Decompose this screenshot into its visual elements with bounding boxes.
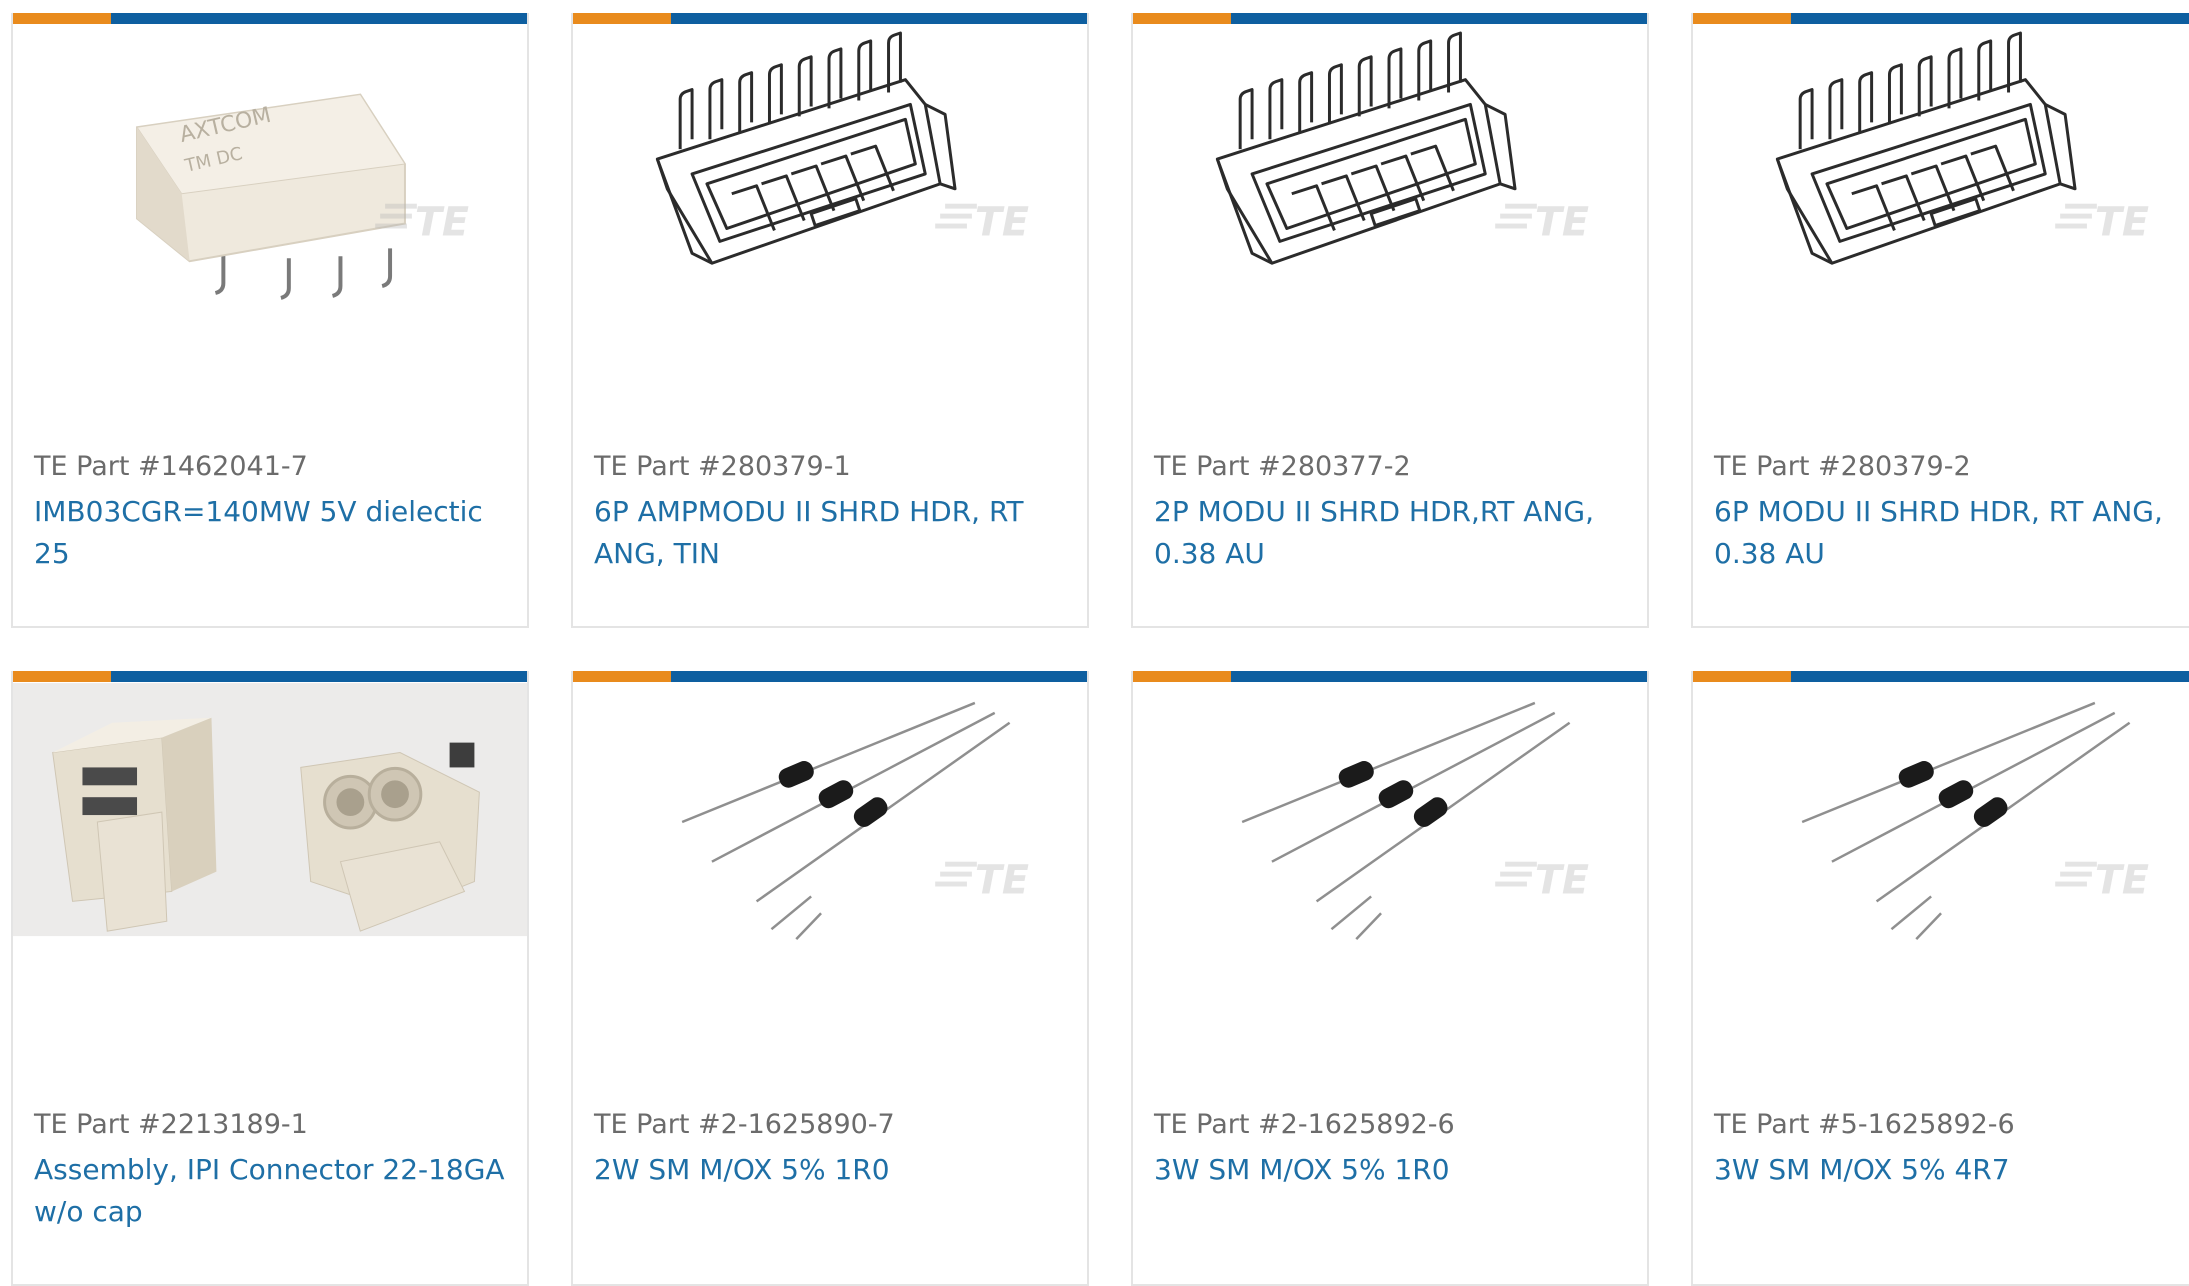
accent-bar-orange (1693, 671, 1791, 682)
accent-bar-blue (1231, 13, 1647, 24)
card-accent-bar (1133, 13, 1647, 24)
product-image[interactable]: TE (1693, 24, 2189, 304)
card-accent-bar (1693, 671, 2189, 682)
product-card[interactable]: TE TE Part #5-1625892-6 3W SM M/OX 5% 4R7 (1691, 671, 2189, 1286)
product-card[interactable]: AXTCOM TM DC TE TE Part #1462041-7 IMB03C… (11, 13, 529, 628)
part-number: TE Part #2-1625890-7 (594, 1109, 895, 1140)
accent-bar-blue (1791, 13, 2189, 24)
relay-image[interactable]: AXTCOM TM DC TE (13, 24, 527, 304)
product-card[interactable]: TE TE Part #280379-2 6P MODU II SHRD HDR,… (1691, 13, 2189, 628)
svg-text:TE: TE (1535, 199, 1589, 245)
part-number: TE Part #2-1625892-6 (1154, 1109, 1455, 1140)
header-connector-image[interactable]: TE (1133, 24, 1647, 304)
product-image[interactable]: TE (573, 24, 1087, 304)
part-number: TE Part #280379-2 (1714, 451, 1971, 482)
resistor-image[interactable]: TE (573, 682, 1087, 962)
accent-bar-orange (1133, 13, 1231, 24)
part-title-link[interactable]: Assembly, IPI Connector 22-18GA w/o cap (34, 1149, 524, 1233)
part-title-link[interactable]: 6P AMPMODU II SHRD HDR, RT ANG, TIN (594, 491, 1084, 575)
part-title-link[interactable]: 2P MODU II SHRD HDR,RT ANG, 0.38 AU (1154, 491, 1644, 575)
header-connector-image[interactable]: TE (1693, 24, 2189, 304)
part-title-link[interactable]: 3W SM M/OX 5% 4R7 (1714, 1149, 2189, 1191)
accent-bar-blue (671, 671, 1087, 682)
card-accent-bar (13, 13, 527, 24)
part-title-link[interactable]: 6P MODU II SHRD HDR, RT ANG, 0.38 AU (1714, 491, 2189, 575)
product-card[interactable]: TE TE Part #2-1625890-7 2W SM M/OX 5% 1R0 (571, 671, 1089, 1286)
accent-bar-orange (1133, 671, 1231, 682)
product-image[interactable]: TE (573, 682, 1087, 962)
accent-bar-blue (1231, 671, 1647, 682)
product-image[interactable]: TE (1133, 682, 1647, 962)
resistor-image[interactable]: TE (1133, 682, 1647, 962)
product-card[interactable]: TE TE Part #2-1625892-6 3W SM M/OX 5% 1R0 (1131, 671, 1649, 1286)
svg-text:TE: TE (415, 199, 469, 245)
resistor-image[interactable]: TE (1693, 682, 2189, 962)
svg-text:TE: TE (2095, 857, 2149, 903)
product-card[interactable]: TE TE Part #280377-2 2P MODU II SHRD HDR,… (1131, 13, 1649, 628)
header-connector-image[interactable]: TE (573, 24, 1087, 304)
product-image[interactable] (13, 682, 527, 962)
svg-text:TE: TE (975, 199, 1029, 245)
part-number: TE Part #280379-1 (594, 451, 851, 482)
part-title-link[interactable]: 3W SM M/OX 5% 1R0 (1154, 1149, 1644, 1191)
accent-bar-blue (111, 671, 527, 682)
accent-bar-orange (13, 671, 111, 682)
svg-text:TE: TE (975, 857, 1029, 903)
part-number: TE Part #1462041-7 (34, 451, 308, 482)
card-accent-bar (13, 671, 527, 682)
accent-bar-orange (13, 13, 111, 24)
accent-bar-blue (671, 13, 1087, 24)
svg-text:TE: TE (2095, 199, 2149, 245)
product-card[interactable]: TE TE Part #280379-1 6P AMPMODU II SHRD H… (571, 13, 1089, 628)
part-title-link[interactable]: IMB03CGR=140MW 5V dielectic 25 (34, 491, 524, 575)
accent-bar-blue (111, 13, 527, 24)
product-image[interactable]: TE (1693, 682, 2189, 962)
product-image[interactable]: TE (1133, 24, 1647, 304)
accent-bar-blue (1791, 671, 2189, 682)
card-accent-bar (573, 671, 1087, 682)
part-number: TE Part #2213189-1 (34, 1109, 308, 1140)
ipi-connector-image[interactable] (13, 682, 527, 962)
part-number: TE Part #5-1625892-6 (1714, 1109, 2015, 1140)
product-grid: AXTCOM TM DC TE TE Part #1462041-7 IMB03C… (11, 13, 2189, 1286)
part-number: TE Part #280377-2 (1154, 451, 1411, 482)
accent-bar-orange (573, 671, 671, 682)
accent-bar-orange (573, 13, 671, 24)
product-card[interactable]: TE Part #2213189-1 Assembly, IPI Connecto… (11, 671, 529, 1286)
accent-bar-orange (1693, 13, 1791, 24)
card-accent-bar (1693, 13, 2189, 24)
card-accent-bar (1133, 671, 1647, 682)
card-accent-bar (573, 13, 1087, 24)
part-title-link[interactable]: 2W SM M/OX 5% 1R0 (594, 1149, 1084, 1191)
svg-text:TE: TE (1535, 857, 1589, 903)
product-image[interactable]: AXTCOM TM DC TE (13, 24, 527, 304)
